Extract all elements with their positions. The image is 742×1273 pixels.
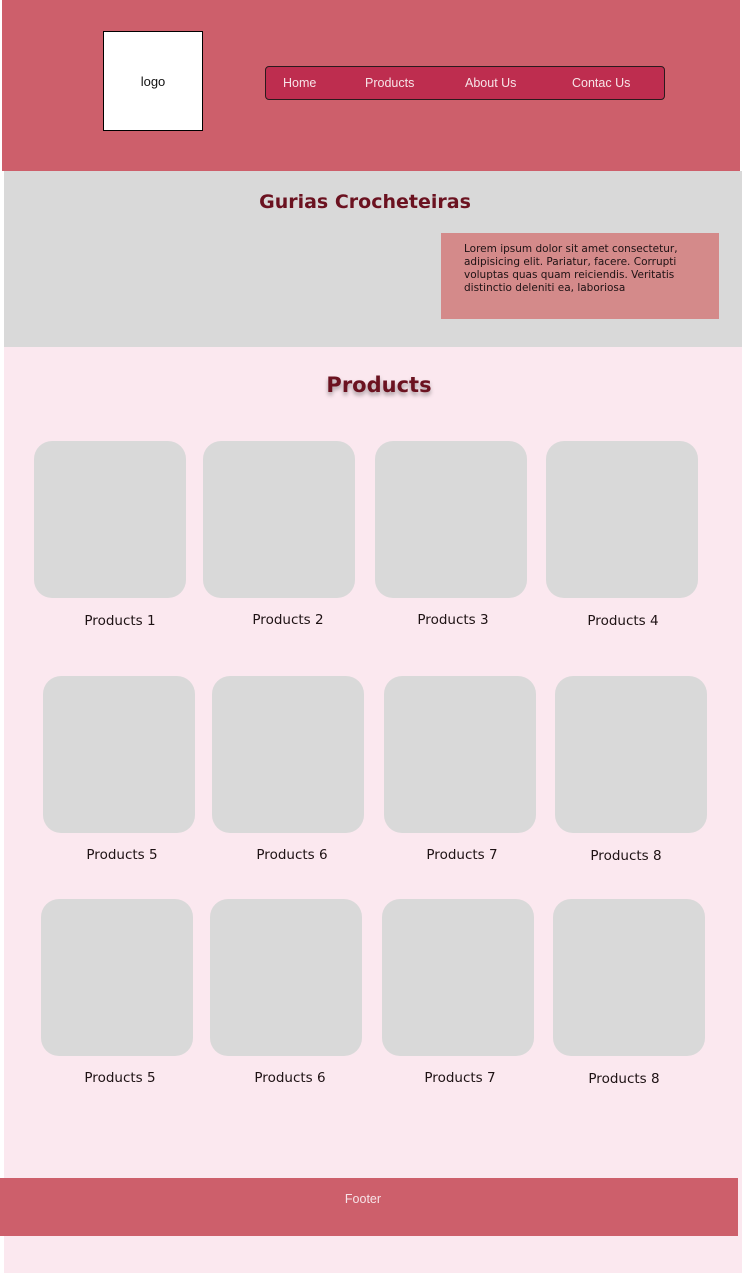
product-image[interactable] [553, 899, 705, 1056]
product-image[interactable] [375, 441, 527, 598]
nav-bar: Home Products About Us Contac Us [265, 66, 665, 100]
nav-item-about-us[interactable]: About Us [465, 76, 516, 90]
nav-item-products[interactable]: Products [365, 76, 414, 90]
product-image[interactable] [34, 441, 186, 598]
product-image[interactable] [41, 899, 193, 1056]
products-title: Products [326, 373, 432, 397]
hero-section: Gurias Crocheteiras Lorem ipsum dolor si… [4, 171, 742, 347]
product-name[interactable]: Products 8 [548, 1071, 700, 1087]
product-image[interactable] [382, 899, 534, 1056]
hero-description: Lorem ipsum dolor sit amet consectetur, … [441, 233, 719, 319]
product-image[interactable] [212, 676, 364, 833]
nav-item-home[interactable]: Home [283, 76, 316, 90]
footer-text: Footer [344, 1192, 382, 1206]
product-image[interactable] [546, 441, 698, 598]
site-header: logo Home Products About Us Contac Us [2, 0, 740, 171]
product-image[interactable] [210, 899, 362, 1056]
product-image[interactable] [203, 441, 355, 598]
product-name[interactable]: Products 4 [547, 613, 699, 629]
product-name[interactable]: Products 2 [212, 612, 364, 628]
product-name[interactable]: Products 6 [214, 1070, 366, 1086]
product-image[interactable] [43, 676, 195, 833]
product-image[interactable] [384, 676, 536, 833]
product-name[interactable]: Products 6 [216, 847, 368, 863]
nav-item-contact-us[interactable]: Contac Us [572, 76, 630, 90]
product-name[interactable]: Products 5 [44, 1070, 196, 1086]
logo[interactable]: logo [103, 31, 203, 131]
hero-title: Gurias Crocheteiras [259, 191, 471, 213]
products-section: Products Products 1 Products 2 Products … [4, 347, 742, 1273]
site-footer: Footer [0, 1178, 738, 1236]
product-name[interactable]: Products 8 [550, 848, 702, 864]
product-image[interactable] [555, 676, 707, 833]
product-name[interactable]: Products 5 [46, 847, 198, 863]
product-name[interactable]: Products 1 [44, 613, 196, 629]
product-name[interactable]: Products 7 [384, 1070, 536, 1086]
product-name[interactable]: Products 7 [386, 847, 538, 863]
product-name[interactable]: Products 3 [377, 612, 529, 628]
